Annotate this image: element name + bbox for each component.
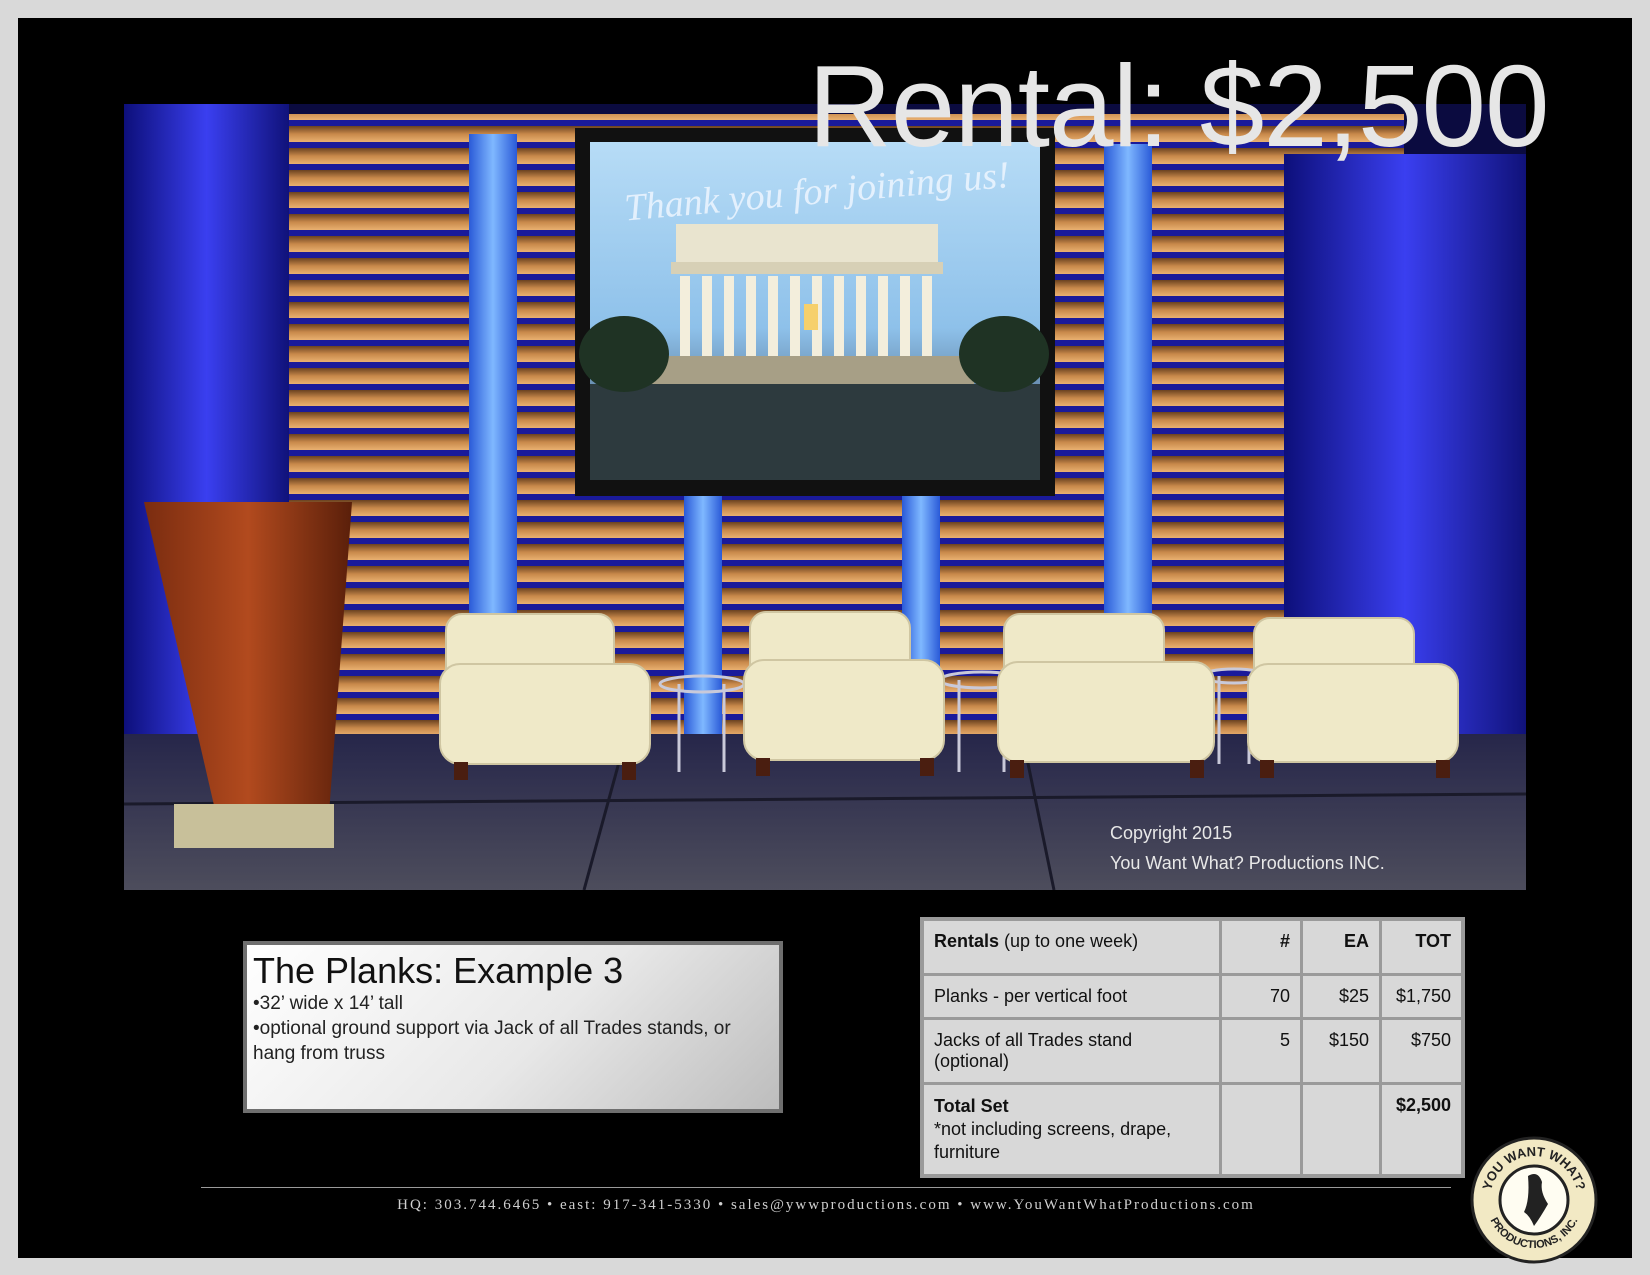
row-total: $750 xyxy=(1379,1017,1465,1085)
total-note: *not including screens, drape, furniture xyxy=(934,1119,1172,1162)
row-total: $1,750 xyxy=(1379,973,1465,1020)
description-bullet-size: •32’ wide x 14’ tall xyxy=(253,993,403,1014)
footer-contact: HQ: 303.744.6465 • east: 917-341-5330 • … xyxy=(397,1197,1255,1213)
description-title: The Planks: Example 3 xyxy=(253,950,624,991)
table-total-row: Total Set *not including screens, drape,… xyxy=(920,1082,1465,1178)
row-each: $150 xyxy=(1300,1017,1382,1085)
total-qty-empty xyxy=(1219,1082,1303,1178)
rental-price-headline: Rental: $2,500 xyxy=(808,41,1550,171)
row-qty: 70 xyxy=(1219,973,1303,1020)
copyright-line-2: You Want What? Productions INC. xyxy=(1110,853,1385,873)
footer-divider xyxy=(201,1187,1451,1188)
total-amount: $2,500 xyxy=(1379,1082,1465,1178)
total-label: Total Set xyxy=(934,1096,1009,1116)
table-row: Planks - per vertical foot 70 $25 $1,750 xyxy=(920,973,1465,1020)
row-item: Planks - per vertical foot xyxy=(920,973,1222,1020)
table-header-row: Rentals (up to one week) # EA TOT xyxy=(920,917,1465,976)
flyer-page: Thank you for joining us! Rental: $2,500… xyxy=(18,18,1632,1264)
stage-photo: Thank you for joining us! xyxy=(124,104,1526,890)
company-logo: YOU WANT WHAT? PRODUCTIONS, INC. xyxy=(1470,1136,1598,1264)
header-total: TOT xyxy=(1379,917,1465,976)
total-each-empty xyxy=(1300,1082,1382,1178)
header-qty: # xyxy=(1219,917,1303,976)
photo-copyright: Copyright 2015 You Want What? Production… xyxy=(1110,818,1385,878)
stage-illustration: Thank you for joining us! xyxy=(124,104,1526,890)
table-row: Jacks of all Trades stand (optional) 5 $… xyxy=(920,1017,1465,1085)
row-qty: 5 xyxy=(1219,1017,1303,1085)
rental-rates-table: Rentals (up to one week) # EA TOT Planks… xyxy=(920,917,1465,1178)
header-each: EA xyxy=(1300,917,1382,976)
header-rentals-bold: Rentals xyxy=(934,931,1000,951)
header-rentals-note: (up to one week) xyxy=(999,931,1139,951)
copyright-line-1: Copyright 2015 xyxy=(1110,823,1233,843)
description-box: The Planks: Example 3 •32’ wide x 14’ ta… xyxy=(243,941,783,1113)
total-label-cell: Total Set *not including screens, drape,… xyxy=(920,1082,1222,1178)
row-each: $25 xyxy=(1300,973,1382,1020)
header-rentals: Rentals (up to one week) xyxy=(920,917,1222,976)
description-bullet-support: •optional ground support via Jack of all… xyxy=(253,1018,731,1064)
row-item: Jacks of all Trades stand (optional) xyxy=(920,1017,1222,1085)
